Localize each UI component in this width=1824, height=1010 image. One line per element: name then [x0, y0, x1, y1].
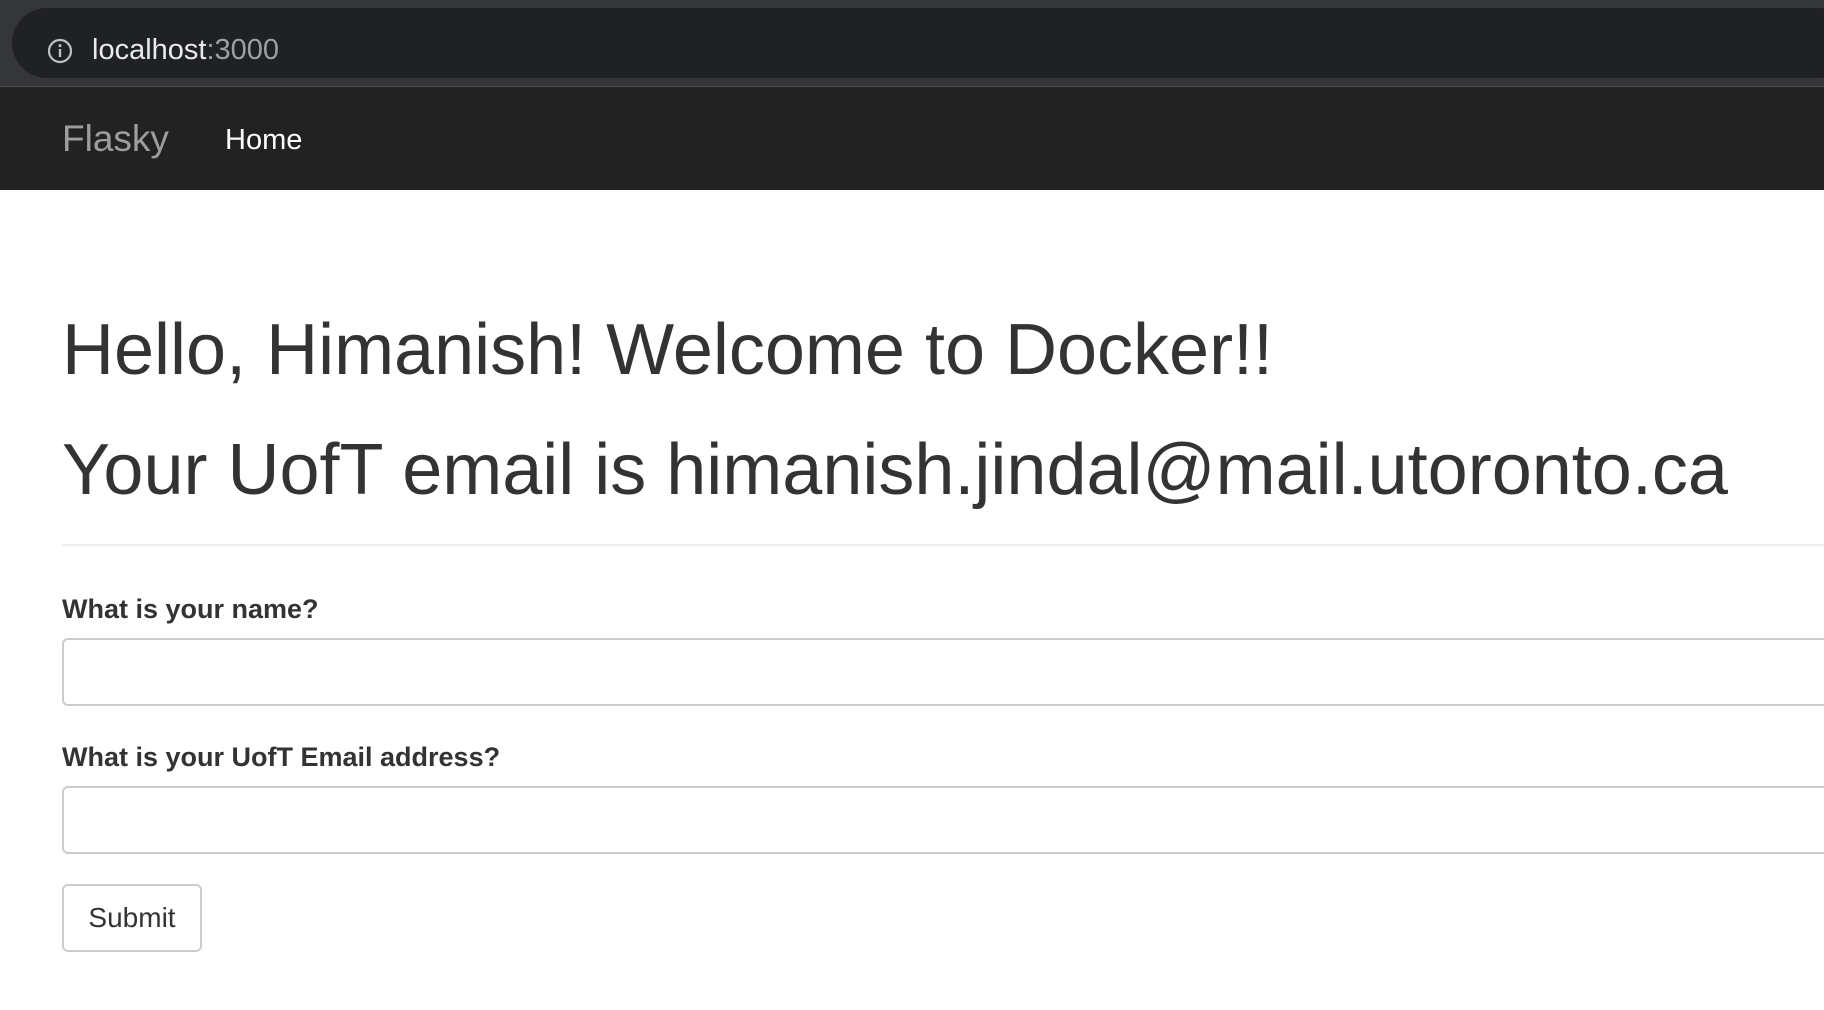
url-port: :3000: [206, 34, 280, 66]
nav-home-link[interactable]: Home: [225, 123, 302, 157]
divider: [62, 544, 1824, 546]
email-input[interactable]: [62, 786, 1824, 854]
email-heading: Your UofT email is himanish.jindal@mail.…: [62, 430, 1728, 510]
name-label: What is your name?: [62, 594, 319, 624]
greeting-heading: Hello, Himanish! Welcome to Docker!!: [62, 310, 1274, 390]
address-bar[interactable]: localhost:3000: [12, 8, 1824, 78]
navbar-brand[interactable]: Flasky: [62, 117, 169, 161]
name-input[interactable]: [62, 638, 1824, 706]
email-label: What is your UofT Email address?: [62, 742, 501, 772]
navbar: Flasky Home: [0, 86, 1824, 190]
submit-button[interactable]: Submit: [62, 884, 202, 952]
browser-toolbar: localhost:3000: [0, 0, 1824, 86]
url-text[interactable]: localhost:3000: [92, 30, 279, 70]
info-circle-icon[interactable]: [46, 37, 74, 65]
url-host: localhost: [92, 34, 207, 66]
